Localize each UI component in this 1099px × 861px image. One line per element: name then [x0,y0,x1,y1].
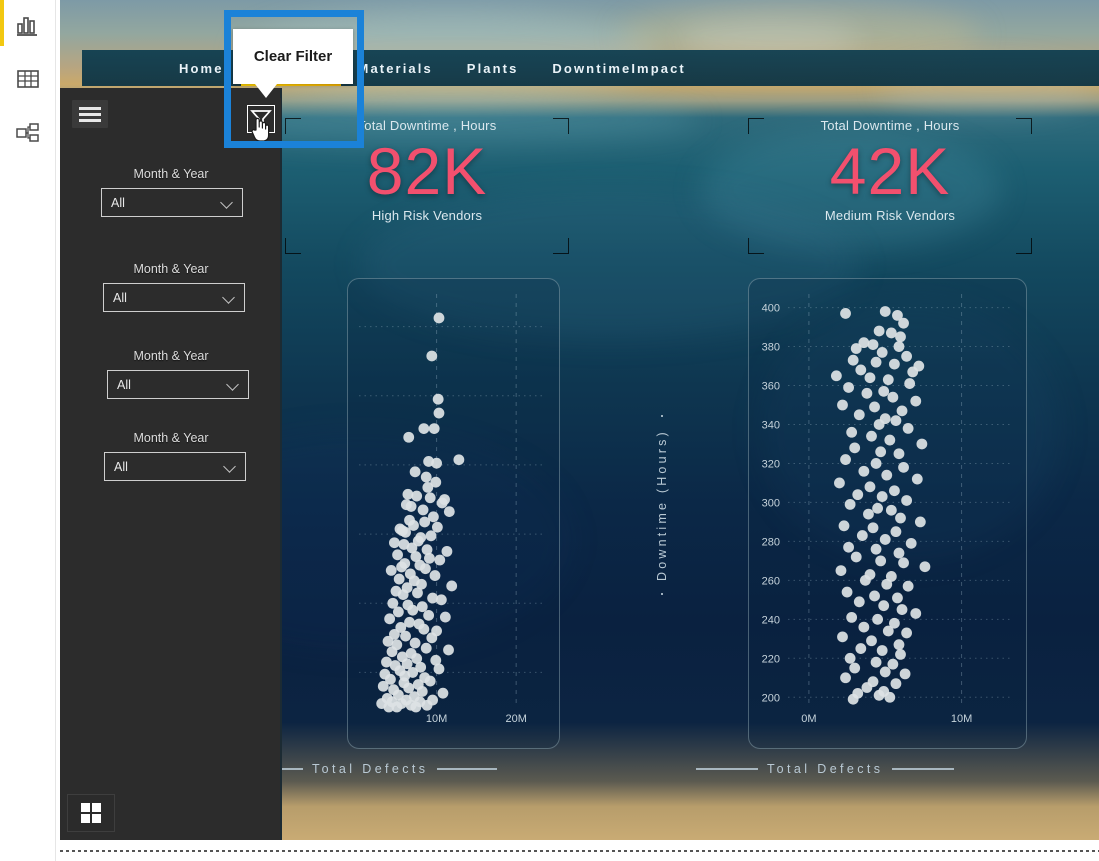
nav-tab-label: Home [179,60,224,76]
hamburger-icon[interactable] [72,100,108,128]
nav-tab-plants[interactable]: Plants [450,50,536,86]
svg-text:10M: 10M [426,713,447,725]
tooltip-arrow [255,84,277,98]
slicer-month-year-4[interactable]: Month & Year All [60,431,282,481]
card-corner-bracket [748,238,764,254]
svg-text:10M: 10M [951,713,972,725]
y-axis-title-right-chart: Downtime (Hours) [655,415,669,595]
slicer-value: All [113,290,127,305]
slicer-month-year-3[interactable]: Month & Year All [60,349,282,399]
svg-text:200: 200 [762,692,780,704]
svg-text:260: 260 [762,575,780,587]
slicer-dropdown[interactable]: All [104,452,246,481]
nav-tab-label: DowntimeImpact [552,60,686,76]
x-axis-title-left-chart: Total Defects [275,762,498,776]
svg-text:300: 300 [762,497,780,509]
slicer-label: Month & Year [133,262,209,276]
card-corner-bracket [285,238,301,254]
svg-text:360: 360 [762,381,780,393]
kpi-bottom-label: Medium Risk Vendors [824,208,956,224]
windows-start-button[interactable] [67,794,115,832]
svg-text:320: 320 [762,458,780,470]
data-view-button[interactable] [10,61,46,97]
card-corner-bracket [553,238,569,254]
chevron-down-icon [224,460,237,473]
model-view-button[interactable] [10,115,46,151]
slicer-dropdown[interactable]: All [107,370,249,399]
svg-text:400: 400 [762,303,780,315]
chevron-down-icon [221,196,234,209]
slicer-month-year-2[interactable]: Month & Year All [60,262,282,312]
clear-filter-tooltip: Clear Filter [233,29,353,84]
card-corner-bracket [553,118,569,134]
slicer-label: Month & Year [133,431,209,445]
x-axis-title-right-chart: Total Defects [696,762,955,776]
kpi-value: 42K [829,134,951,208]
kpi-value: 82K [366,134,488,208]
kpi-top-label: Total Downtime , Hours [357,118,497,133]
canvas-bottom-border [60,850,1099,852]
chevron-down-icon [227,378,240,391]
slicer-label: Month & Year [133,349,209,363]
card-corner-bracket [285,118,301,134]
kpi-bottom-label: High Risk Vendors [371,208,483,224]
scatter-chart-high-risk-vendors[interactable]: 10M 20M [347,278,560,749]
slicer-value: All [111,195,125,210]
relationships-icon [16,122,40,144]
svg-text:0M: 0M [801,713,816,725]
svg-text:380: 380 [762,342,780,354]
slicer-month-year-1[interactable]: Month & Year All [60,167,282,217]
powerbi-window: HomeVendorsMaterialsPlantsDowntimeImpact… [0,0,1099,861]
scatter-chart-medium-risk-vendors[interactable]: 200 220 240 260 280 300 320 340 360 380 400 0M 10M [748,278,1027,749]
slicer-value: All [117,377,131,392]
card-corner-bracket [748,118,764,134]
svg-text:220: 220 [762,653,780,665]
hand-cursor [249,113,271,143]
report-view-button[interactable] [10,8,46,44]
nav-tab-materials[interactable]: Materials [341,50,450,86]
chevron-down-icon [223,291,236,304]
kpi-top-label: Total Downtime , Hours [820,118,960,133]
view-rail [0,0,56,861]
table-icon [16,68,40,90]
scatter-plot-area: 200 220 240 260 280 300 320 340 360 380 400 0M 10M [762,294,1013,725]
kpi-card-high-risk-vendors[interactable]: Total Downtime , Hours 82K High Risk Ven… [285,118,569,254]
slicer-dropdown[interactable]: All [101,188,243,217]
svg-text:280: 280 [762,536,780,548]
svg-text:340: 340 [762,419,780,431]
card-corner-bracket [1016,238,1032,254]
slicer-label: Month & Year [133,167,209,181]
nav-tab-downtimeimpact[interactable]: DowntimeImpact [535,50,702,86]
card-corner-bracket [1016,118,1032,134]
bar-chart-icon [16,15,40,37]
nav-tab-label: Plants [466,60,519,76]
scatter-plot-area: 10M 20M [359,294,546,725]
report-canvas: HomeVendorsMaterialsPlantsDowntimeImpact… [60,0,1099,840]
windows-start-icon [81,803,101,823]
nav-tab-home[interactable]: Home [162,50,241,86]
slicer-dropdown[interactable]: All [103,283,245,312]
slicer-value: All [114,459,128,474]
svg-text:240: 240 [762,614,780,626]
active-view-indicator [0,0,4,46]
kpi-card-medium-risk-vendors[interactable]: Total Downtime , Hours 42K Medium Risk V… [748,118,1032,254]
nav-tab-label: Materials [357,60,433,76]
filter-panel: Month & Year All Month & Year All Month … [60,88,282,840]
svg-text:20M: 20M [505,713,526,725]
